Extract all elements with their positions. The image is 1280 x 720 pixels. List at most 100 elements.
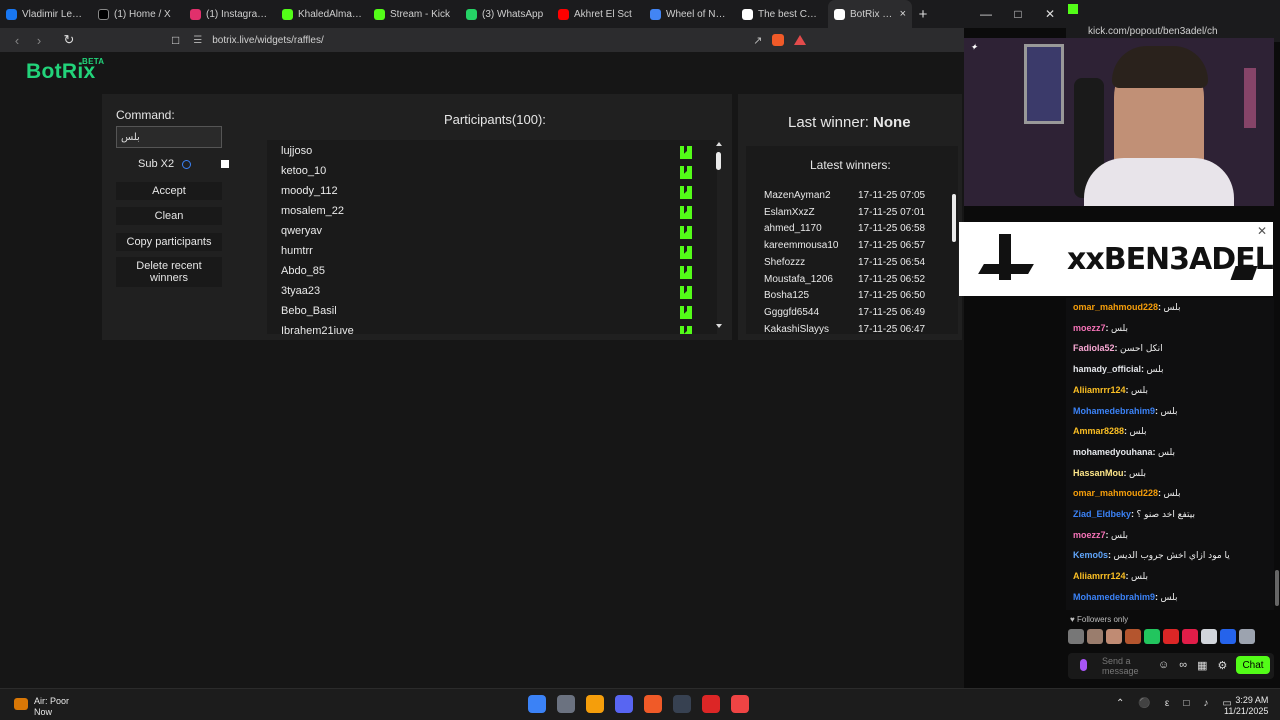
tab-favicon-icon bbox=[834, 8, 845, 20]
chat-username[interactable]: Aliiamrrr124 bbox=[1073, 385, 1126, 395]
accept-button[interactable]: Accept bbox=[116, 182, 222, 200]
users-icon[interactable]: ∞ bbox=[1179, 659, 1187, 672]
settings-icon[interactable]: ⚙ bbox=[1217, 659, 1227, 672]
scroll-up-icon[interactable] bbox=[716, 142, 722, 146]
chat-scroll-thumb[interactable] bbox=[1275, 570, 1279, 606]
brave-rewards-icon[interactable] bbox=[794, 35, 807, 45]
emote-icon[interactable] bbox=[1220, 629, 1236, 644]
chat-username[interactable]: Mohamedebrahim9 bbox=[1073, 592, 1155, 602]
back-icon[interactable]: ‹ bbox=[6, 33, 28, 48]
banner-close-icon[interactable]: ✕ bbox=[1257, 224, 1267, 238]
browser-tab[interactable]: Wheel of Names bbox=[644, 0, 736, 28]
chat-username[interactable]: Ammar8288 bbox=[1073, 426, 1124, 436]
emote-icon[interactable] bbox=[1201, 629, 1217, 644]
chat-username[interactable]: omar_mahmoud228 bbox=[1073, 302, 1158, 312]
url-field[interactable]: ☰ botrix.live/widgets/raffles/ bbox=[193, 35, 753, 46]
browser-tab[interactable]: (3) WhatsApp bbox=[460, 0, 552, 28]
brave-icon[interactable] bbox=[644, 695, 662, 713]
browser-tab[interactable]: KhaledAlmasry S bbox=[276, 0, 368, 28]
chat-username[interactable]: Ziad_Eldbeky bbox=[1073, 509, 1131, 519]
chat-username[interactable]: Mohamedebrahim9 bbox=[1073, 406, 1155, 416]
video-app-icon[interactable] bbox=[702, 695, 720, 713]
copy-participants-button[interactable]: Copy participants bbox=[116, 233, 222, 251]
clock[interactable]: 3:29 AM 11/21/2025 bbox=[1224, 695, 1268, 717]
winners-scroll-thumb[interactable] bbox=[952, 194, 956, 242]
chat-username[interactable]: omar_mahmoud228 bbox=[1073, 488, 1158, 498]
chat-username[interactable]: moezz7 bbox=[1073, 323, 1106, 333]
browser-tab[interactable]: (1) Instagram • M bbox=[184, 0, 276, 28]
browser-tab[interactable]: Stream - Kick bbox=[368, 0, 460, 28]
participants-scrollbar[interactable] bbox=[714, 140, 724, 334]
emoji-icon[interactable]: ☺ bbox=[1158, 659, 1169, 672]
chat-message: HassanMou: بلس bbox=[1073, 468, 1146, 479]
new-tab-button[interactable]: + bbox=[912, 6, 934, 23]
emote-icon[interactable] bbox=[1239, 629, 1255, 644]
info-icon[interactable] bbox=[182, 160, 191, 169]
banner-mark-icon bbox=[1230, 266, 1258, 280]
scroll-thumb[interactable] bbox=[716, 152, 721, 170]
command-input[interactable] bbox=[116, 126, 222, 148]
emote-icon[interactable] bbox=[1087, 629, 1103, 644]
chat-username[interactable]: Kemo0s bbox=[1073, 550, 1108, 560]
red-app-icon[interactable] bbox=[731, 695, 749, 713]
browser-tab[interactable]: BotRix | Giv × bbox=[828, 0, 912, 28]
address-bar-row: ‹ › ↻ □ ☰ botrix.live/widgets/raffles/ ↗ bbox=[0, 28, 964, 52]
browser-tab[interactable]: Vladimir Lenin m bbox=[0, 0, 92, 28]
maximize-icon[interactable]: □ bbox=[1002, 0, 1034, 28]
volume-icon[interactable]: ♪ bbox=[1203, 698, 1208, 709]
send-message-input[interactable]: Send a message bbox=[1102, 656, 1142, 676]
emote-icon[interactable] bbox=[1125, 629, 1141, 644]
close-window-icon[interactable]: ✕ bbox=[1034, 0, 1066, 28]
winners-scrollbar[interactable] bbox=[952, 186, 958, 334]
tray-chevron-icon[interactable]: ⌃ bbox=[1116, 698, 1124, 709]
store-icon[interactable]: ▦ bbox=[1197, 659, 1207, 672]
weather-widget[interactable]: Air: Poor Now bbox=[34, 696, 69, 718]
tab-close-icon[interactable]: × bbox=[900, 8, 906, 20]
botrix-logo[interactable]: BotRix BETA bbox=[26, 57, 104, 84]
chat-message: omar_mahmoud228: بلس bbox=[1073, 302, 1181, 313]
task-view-icon[interactable] bbox=[557, 695, 575, 713]
tab-favicon-icon bbox=[742, 8, 753, 20]
emote-icon[interactable] bbox=[1182, 629, 1198, 644]
scroll-down-icon[interactable] bbox=[716, 324, 722, 328]
last-winner: Last winner: None bbox=[788, 114, 911, 131]
start-icon[interactable] bbox=[528, 695, 546, 713]
browser-tab[interactable]: The best ChatBo bbox=[736, 0, 828, 28]
chat-username[interactable]: hamady_official bbox=[1073, 364, 1141, 374]
chat-username[interactable]: mohamedyouhana bbox=[1073, 447, 1153, 457]
weather-icon[interactable] bbox=[14, 698, 28, 710]
chat-scrollbar[interactable] bbox=[1274, 200, 1280, 610]
kick-platform-icon bbox=[680, 206, 692, 219]
emote-icon[interactable] bbox=[1163, 629, 1179, 644]
bookmark-icon[interactable]: □ bbox=[172, 33, 179, 47]
chat-username[interactable]: moezz7 bbox=[1073, 530, 1106, 540]
chat-username[interactable]: Aliiamrrr124 bbox=[1073, 571, 1126, 581]
obs-icon[interactable] bbox=[673, 695, 691, 713]
participant-name: Abdo_85 bbox=[281, 265, 326, 277]
sub-x2-checkbox[interactable] bbox=[221, 160, 229, 168]
emote-icon[interactable] bbox=[1144, 629, 1160, 644]
site-settings-icon[interactable]: ☰ bbox=[193, 35, 202, 46]
kick-platform-icon bbox=[680, 246, 692, 259]
network-icon[interactable]: □ bbox=[1183, 698, 1189, 709]
reload-icon[interactable]: ↻ bbox=[58, 32, 80, 48]
latest-winners-title: Latest winners: bbox=[810, 158, 891, 172]
emote-icon[interactable] bbox=[1106, 629, 1122, 644]
delete-recent-winners-button[interactable]: Delete recent winners bbox=[116, 257, 222, 287]
minimize-icon[interactable]: — bbox=[970, 0, 1002, 28]
brave-shield-icon[interactable] bbox=[772, 34, 785, 46]
file-explorer-icon[interactable] bbox=[586, 695, 604, 713]
chat-username[interactable]: Fadiola52 bbox=[1073, 343, 1115, 353]
share-icon[interactable]: ↗ bbox=[753, 34, 762, 47]
chat-send-button[interactable]: Chat bbox=[1236, 656, 1270, 674]
language-icon[interactable]: ε bbox=[1165, 698, 1169, 709]
mic-icon[interactable] bbox=[1080, 659, 1087, 671]
browser-tab[interactable]: Akhret El Sct bbox=[552, 0, 644, 28]
chat-username[interactable]: HassanMou bbox=[1073, 468, 1124, 478]
forward-icon[interactable]: › bbox=[28, 33, 50, 48]
mic-tray-icon[interactable]: ⚫ bbox=[1138, 698, 1150, 709]
discord-icon[interactable] bbox=[615, 695, 633, 713]
emote-icon[interactable] bbox=[1068, 629, 1084, 644]
browser-tab[interactable]: (1) Home / X bbox=[92, 0, 184, 28]
clean-button[interactable]: Clean bbox=[116, 207, 222, 225]
